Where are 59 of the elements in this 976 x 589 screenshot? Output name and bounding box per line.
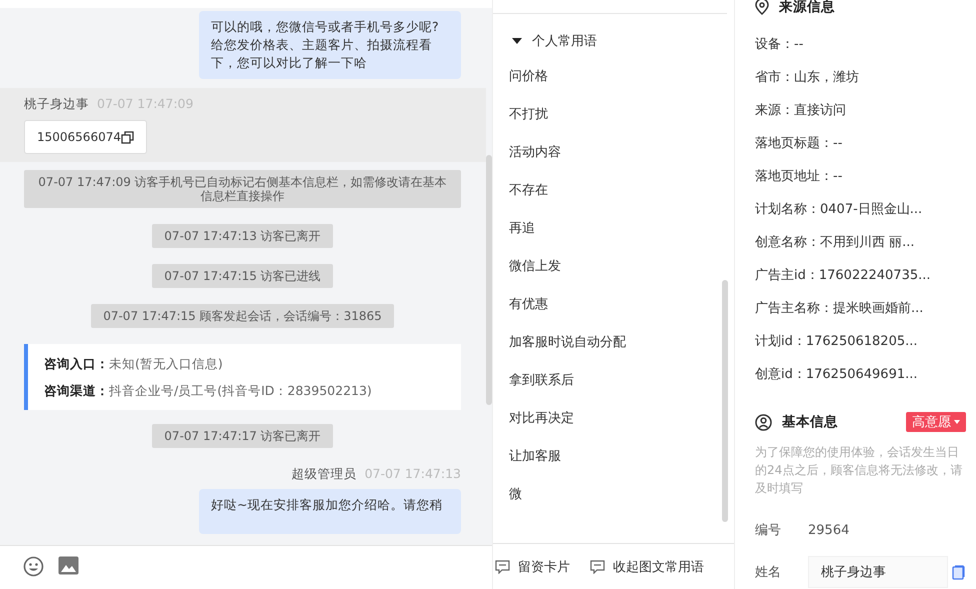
scrollbar[interactable] — [722, 280, 728, 522]
comment-icon — [590, 560, 605, 574]
info-row-text: 广告主id：176022240735... — [755, 267, 932, 285]
image-icon[interactable] — [58, 556, 79, 575]
user-circle-icon — [755, 414, 772, 430]
field-value: 抖音企业号/员工号(抖音号ID：2839502213) — [109, 383, 372, 398]
phone-number: 15006566074 — [37, 130, 121, 144]
footer-button[interactable]: 收起图文常用语 — [590, 558, 704, 576]
info-row-text: 落地页地址：-- — [755, 168, 844, 186]
section-title: 基本信息 — [782, 413, 838, 431]
phrase-group-toggle[interactable]: 个人常用语 — [509, 31, 734, 50]
phrase-item[interactable]: 让加客服 — [509, 438, 734, 476]
system-notice: 07-07 17:47:13 访客已离开 — [152, 224, 333, 248]
message-bubble: 好哒~现在安排客服加您介绍哈。请您稍 — [199, 489, 461, 534]
field-label: 咨询入口： — [44, 356, 109, 371]
sender-name: 超级管理员 — [292, 466, 357, 483]
footer-button[interactable]: 留资卡片 — [495, 558, 570, 576]
phrase-item[interactable]: 拿到联系后 — [509, 362, 734, 400]
field-label: 编号 — [755, 522, 782, 539]
info-row-text: 来源：直接访问 — [755, 102, 847, 120]
caret-icon — [512, 38, 522, 44]
message-time: 07-07 17:47:13 — [364, 466, 461, 481]
info-row-text: 落地页标题：-- — [755, 135, 844, 153]
phrase-item[interactable]: 再追 — [509, 210, 734, 248]
system-notice: 07-07 17:47:15 顾客发起会话，会话编号：31865 — [91, 304, 394, 328]
phrase-item[interactable]: 活动内容 — [509, 134, 734, 172]
phrase-item[interactable]: 加客服时说自动分配 — [509, 324, 734, 362]
info-row-text: 设备：-- — [755, 36, 804, 54]
phrase-item[interactable]: 有优惠 — [509, 286, 734, 324]
phrase-item[interactable]: 不打扰 — [509, 96, 734, 134]
emoji-icon[interactable] — [23, 556, 44, 577]
phrase-item[interactable]: 问价格 — [509, 58, 734, 96]
system-notice: 07-07 17:47:17 访客已离开 — [152, 424, 333, 448]
phrase-item[interactable]: 微 — [509, 476, 734, 514]
info-row-text: 省市：山东，潍坊 — [755, 69, 860, 87]
copy-icon[interactable] — [120, 130, 134, 144]
message-bubble: 可以的哦，您微信号或者手机号多少呢?给您发价格表、主题客片、拍摄流程看下，您可以对比了解一下哈 — [199, 11, 461, 79]
info-row-text: 创意id：176250649691... — [755, 366, 919, 384]
intent-tag-dropdown[interactable]: 高意愿 — [906, 412, 966, 432]
info-row-text: 计划名称：0407-日照金山... — [755, 201, 924, 219]
field-label: 咨询渠道： — [44, 383, 109, 398]
group-label: 个人常用语 — [532, 32, 597, 50]
comment-icon — [495, 560, 510, 574]
phrase-item[interactable]: 不存在 — [509, 172, 734, 210]
scrollbar[interactable] — [486, 155, 492, 405]
phrase-item[interactable]: 微信上发 — [509, 248, 734, 286]
info-row-text: 创意名称：不用到川西 丽... — [755, 234, 916, 252]
name-field[interactable]: 桃子身边事 — [808, 556, 948, 588]
field-label: 姓名 — [755, 564, 782, 581]
system-notice: 07-07 17:47:09 访客手机号已自动标记右侧基本信息栏，如需修改请在基本信息栏直接操作 — [24, 170, 461, 208]
system-notice: 07-07 17:47:15 访客已进线 — [152, 264, 333, 288]
field-value: 未知(暂无入口信息) — [109, 356, 223, 371]
field-value: 29564 — [808, 522, 850, 538]
phrase-item[interactable]: 对比再决定 — [509, 400, 734, 438]
notice-text: 为了保障您的使用体验，会话发生当日的24点之后，顾客信息将无法修改，请及时填写 — [755, 444, 964, 497]
sender-name: 桃子身边事 — [24, 96, 89, 113]
location-pin-icon — [755, 0, 769, 15]
info-row-text: 广告主名称：提米映画婚前... — [755, 300, 924, 318]
info-row-text: 计划id：176250618205... — [755, 333, 919, 351]
